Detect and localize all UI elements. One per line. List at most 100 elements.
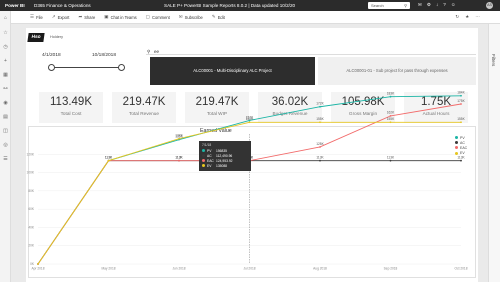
chart-title: Earned Value (200, 128, 232, 134)
notifications-icon[interactable]: ✉ (418, 2, 422, 9)
global-search-input[interactable]: Search ⚲ (368, 2, 410, 9)
filters-pane[interactable]: Filters (488, 24, 500, 282)
share-button[interactable]: ➦ Share (78, 14, 95, 20)
kpi-value: 1.75K (420, 96, 452, 108)
report-toolbar: ☰ File ↗ Export ➦ Share ▣ Chat in Teams ▢ Com… (0, 11, 500, 24)
workspaces-icon[interactable]: ▤ (2, 114, 9, 121)
earned-value-chart-panel[interactable] (28, 126, 476, 278)
export-menu[interactable]: ↗ Export (52, 14, 70, 20)
tooltip-row-ev: EV 135088 (202, 163, 248, 168)
tooltip-value: 156835 (216, 148, 228, 153)
kpi-card-actual-hours: 1.75K Actual Hours (404, 92, 468, 123)
tooltip-value: 135088 (216, 163, 228, 168)
chat-in-teams-button[interactable]: ▣ Chat in Teams (104, 14, 136, 20)
kpi-label: Total Cost (60, 111, 82, 116)
edit-label: Edit (217, 14, 225, 20)
legend-item-ev[interactable]: EV (455, 151, 467, 156)
kpi-label: Total Revenue (129, 111, 159, 116)
kpi-card-gross-margin: 105.98K Gross Margin (331, 92, 395, 123)
goals-icon[interactable]: ◎ (2, 142, 9, 149)
datasets-icon[interactable]: ◫ (2, 128, 9, 135)
date-end-value[interactable]: 10/18/2018 (92, 53, 116, 58)
subscribe-button[interactable]: ✉ Subscribe (179, 14, 203, 20)
date-start-value[interactable]: 4/1/2018 (42, 53, 61, 58)
legend-label: EAC (460, 145, 468, 150)
create-icon[interactable]: + (2, 58, 9, 65)
refresh-icon[interactable]: ↻ (455, 14, 459, 20)
filters-label: Filters (491, 54, 496, 67)
search-icon: ⚲ (404, 3, 407, 8)
comment-icon: ▢ (145, 14, 151, 19)
project-tile-selected[interactable]: ALC00001 - Multi-Disciplinary ALC Projec… (150, 57, 315, 85)
kpi-label: Total WIP (206, 111, 228, 116)
search-placeholder: Search (371, 3, 384, 8)
slider-start-handle[interactable] (48, 64, 55, 71)
logo-caption: Holdery (50, 35, 64, 39)
chat-label: Chat in Teams (110, 14, 137, 20)
workspace-name[interactable]: D365 Finance & Operations (34, 3, 164, 8)
tooltip-key: PV (207, 148, 212, 153)
kpi-value: 219.47K (195, 96, 239, 108)
chart-tooltip: 7/1/18 PV 156835 AC 112,490.96 EAC 124,953.… (199, 141, 251, 171)
search-icon: ⚲ (147, 49, 151, 54)
bookmark-icon[interactable]: ★ (465, 14, 469, 20)
kpi-value: 113.49K (50, 96, 92, 108)
tooltip-value: 124,953.92 (216, 158, 233, 163)
recent-icon[interactable]: ◷ (2, 44, 9, 51)
export-icon: ↗ (51, 14, 56, 19)
avatar[interactable]: AS (486, 2, 493, 9)
legend-label: PV (460, 135, 465, 140)
app-name[interactable]: Power BI (0, 3, 34, 8)
company-logo: Hso (27, 33, 45, 42)
legend-label: AC (460, 140, 465, 145)
settings-icon[interactable]: ⚙ (427, 2, 431, 9)
title-icons: ✉ ⚙ ↓ ? ☺ (418, 2, 456, 9)
project-search-value: ee (154, 49, 160, 54)
metrics-icon[interactable]: ☰ (2, 156, 9, 163)
more-options-icon[interactable]: ⋯ (475, 14, 480, 20)
export-label: Export (57, 14, 70, 20)
subscribe-label: Subscribe (184, 14, 203, 20)
kpi-card-total-cost: 113.49K Total Cost (39, 92, 103, 123)
teams-icon: ▣ (104, 14, 109, 19)
legend-dot-eac (455, 146, 458, 150)
apps-icon[interactable]: ▦ (2, 72, 9, 79)
kpi-value: 36.02K (271, 96, 309, 108)
share-label: Share (84, 14, 96, 20)
help-icon[interactable]: ? (443, 2, 446, 9)
left-nav: ⌂ ☆ ◷ + ▦ ⚯ ◉ ▤ ◫ ◎ ☰ (0, 11, 11, 282)
tooltip-dot-pv (202, 149, 205, 152)
legend-dot-ev (455, 151, 458, 155)
slider-end-handle[interactable] (118, 64, 125, 71)
date-range-slider[interactable] (50, 67, 121, 68)
project-tile[interactable]: ALC00001-01 - Sub project for pass throu… (318, 57, 476, 85)
kpi-card-total-wip: 219.47K Total WIP (185, 92, 249, 123)
project-search-input[interactable]: ⚲ ee (146, 48, 476, 55)
home-icon[interactable]: ⌂ (2, 15, 9, 22)
kpi-value: 105.98K (341, 96, 385, 108)
kpi-label: Gross Margin (348, 111, 378, 116)
tooltip-dot-ev (202, 164, 205, 167)
legend-dot-pv (455, 136, 458, 140)
comment-label: Comment (152, 14, 170, 20)
learn-icon[interactable]: ◉ (2, 100, 9, 107)
favorites-icon[interactable]: ☆ (2, 30, 9, 37)
download-icon[interactable]: ↓ (436, 2, 438, 9)
shared-icon[interactable]: ⚯ (2, 86, 9, 93)
view-controls: ↻ ★ ⋯ (455, 14, 480, 20)
file-menu[interactable]: ☰ File (30, 14, 43, 20)
edit-button[interactable]: ✎ Edit (212, 14, 225, 20)
comment-button[interactable]: ▢ Comment (146, 14, 170, 20)
kpi-value: 219.47K (122, 96, 166, 108)
share-icon: ➦ (78, 14, 83, 19)
tooltip-value: 112,490.96 (216, 153, 233, 158)
tooltip-key: EAC (207, 158, 214, 163)
file-icon: ☰ (30, 14, 35, 19)
legend-dot-ac (455, 141, 458, 145)
pencil-icon: ✎ (211, 14, 216, 19)
tooltip-key: EV (207, 163, 212, 168)
mail-icon: ✉ (178, 14, 183, 19)
tooltip-dot-ac (202, 154, 205, 157)
legend-label: EV (460, 151, 465, 156)
feedback-icon[interactable]: ☺ (451, 2, 456, 9)
